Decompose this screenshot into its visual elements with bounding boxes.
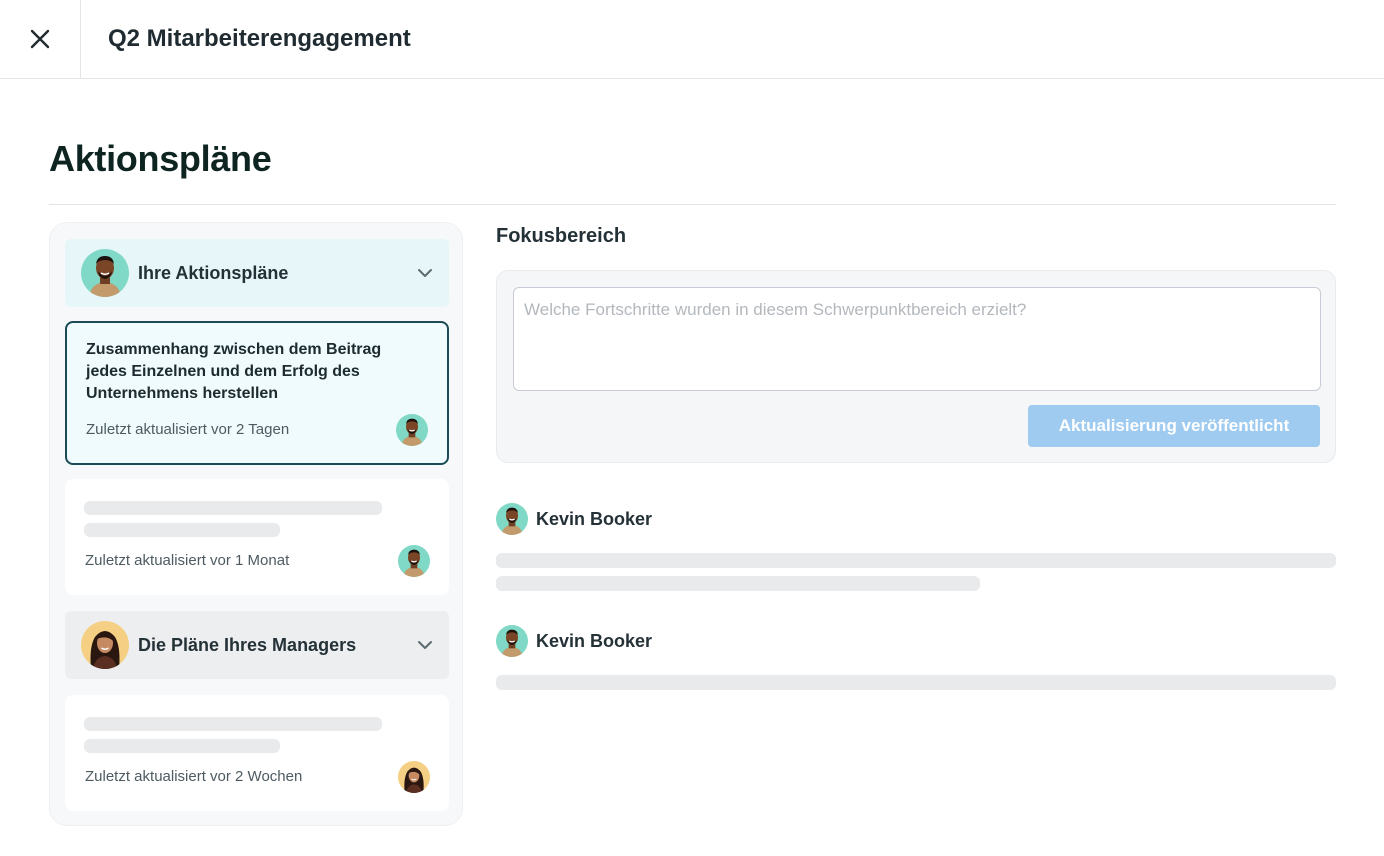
group-header-manager-plans[interactable]: Die Pläne Ihres Managers — [65, 611, 449, 679]
progress-input[interactable] — [513, 287, 1321, 391]
author-name: Kevin Booker — [536, 508, 653, 529]
avatar-female — [81, 621, 129, 669]
title-divider — [49, 204, 1336, 205]
author-name: Kevin Booker — [536, 630, 653, 651]
survey-title: Q2 Mitarbeiterengagement — [108, 25, 411, 52]
skeleton-line — [84, 717, 382, 731]
action-plan-card-selected[interactable]: Zusammenhang zwischen dem Beitrag jedes … — [65, 321, 449, 465]
avatar-male — [496, 503, 528, 535]
skeleton-line — [496, 553, 1336, 568]
comment-author: Kevin Booker — [496, 503, 652, 535]
avatar-male — [396, 414, 428, 446]
chevron-down-icon — [418, 641, 432, 649]
action-plan-title: Zusammenhang zwischen dem Beitrag jedes … — [86, 341, 382, 402]
action-plan-card[interactable]: Zuletzt aktualisiert vor 2 Wochen — [65, 695, 449, 811]
avatar-male — [398, 545, 430, 577]
group-header-your-plans[interactable]: Ihre Aktionspläne — [65, 239, 449, 307]
comment-author: Kevin Booker — [496, 625, 652, 657]
last-updated-text: Zuletzt aktualisiert vor 2 Tagen — [86, 421, 290, 438]
last-updated-text: Zuletzt aktualisiert vor 1 Monat — [85, 552, 290, 569]
page-title: Aktionspläne — [49, 138, 272, 179]
avatar-male — [496, 625, 528, 657]
skeleton-line — [496, 576, 980, 591]
progress-editor: Aktualisierung veröffentlicht — [496, 270, 1336, 463]
avatar-male — [81, 249, 129, 297]
close-button[interactable] — [0, 0, 81, 78]
action-plan-card[interactable]: Zuletzt aktualisiert vor 1 Monat — [65, 479, 449, 595]
skeleton-line — [84, 523, 280, 537]
chevron-down-icon — [418, 269, 432, 277]
publish-update-button[interactable]: Aktualisierung veröffentlicht — [1028, 405, 1320, 447]
last-updated-text: Zuletzt aktualisiert vor 2 Wochen — [85, 768, 303, 785]
top-bar: Q2 Mitarbeiterengagement — [0, 0, 1384, 79]
focus-area-label: Fokusbereich — [496, 225, 627, 247]
skeleton-line — [84, 501, 382, 515]
skeleton-line — [84, 739, 280, 753]
action-plans-panel: Ihre Aktionspläne Zusammenhang zwischen … — [49, 222, 463, 826]
skeleton-line — [496, 675, 1336, 690]
group-label: Die Pläne Ihres Managers — [138, 634, 357, 655]
group-label: Ihre Aktionspläne — [138, 262, 289, 283]
close-icon — [30, 29, 50, 49]
avatar-female — [398, 761, 430, 793]
